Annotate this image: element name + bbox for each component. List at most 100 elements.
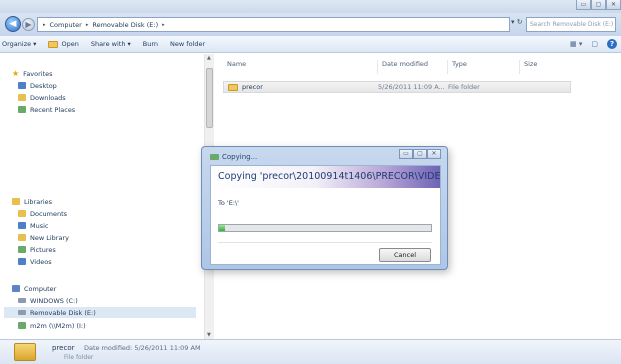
copy-icon <box>210 154 219 160</box>
dialog-body: Copying 'precor\20100914t1406\PRECOR\VID… <box>210 165 441 265</box>
file-type-cell: File folder <box>448 83 480 91</box>
drive-icon <box>18 298 26 303</box>
pictures-icon <box>18 246 26 253</box>
usb-drive-icon <box>18 310 26 315</box>
nav-label: m2m (\\M2m) (I:) <box>30 321 86 330</box>
dialog-close-button[interactable]: ✕ <box>427 149 441 159</box>
details-pane: precor Date modified: 5/26/2011 11:09 AM… <box>0 339 621 364</box>
recent-places-icon <box>18 106 26 113</box>
column-size[interactable]: Size <box>519 60 537 74</box>
folder-icon <box>48 40 59 48</box>
file-row[interactable]: precor 5/26/2011 11:09 A... File folder <box>223 81 571 93</box>
nav-label: Libraries <box>24 197 53 206</box>
open-label: Open <box>61 40 79 48</box>
nav-windows-c[interactable]: WINDOWS (C:) <box>18 295 78 306</box>
scrollbar-thumb[interactable] <box>206 68 213 128</box>
star-icon: ★ <box>12 69 20 78</box>
libraries-icon <box>12 198 20 205</box>
desktop-icon <box>18 82 26 89</box>
nav-label: Computer <box>24 284 57 293</box>
nav-label: Recent Places <box>30 105 76 114</box>
dialog-minimize-button[interactable]: ▭ <box>399 149 413 159</box>
file-name: precor <box>242 83 263 91</box>
address-bar[interactable]: ▸ Computer ▸ Removable Disk (E:) ▸ <box>37 17 510 32</box>
column-type[interactable]: Type <box>447 60 467 74</box>
nav-videos[interactable]: Videos <box>18 256 52 267</box>
breadcrumb-removable-disk[interactable]: Removable Disk (E:) <box>92 21 158 29</box>
burn-button[interactable]: Burn <box>143 40 158 48</box>
navigation-pane: ★ Favorites Desktop Downloads Recent Pla… <box>0 54 204 339</box>
scroll-up-icon[interactable]: ▲ <box>207 55 211 61</box>
forward-button[interactable]: ▶ <box>22 18 35 31</box>
search-input[interactable]: Search Removable Disk (E:) <box>526 17 616 32</box>
command-bar-right: ▦ ▾ ▢ ? <box>570 39 617 49</box>
change-view-button[interactable]: ▦ ▾ <box>570 40 582 48</box>
column-date-modified[interactable]: Date modified <box>377 60 428 74</box>
nav-music[interactable]: Music <box>18 220 49 231</box>
copy-progress-bar <box>218 224 432 232</box>
downloads-icon <box>18 94 26 101</box>
folder-icon <box>228 83 238 91</box>
column-name[interactable]: Name <box>227 60 246 74</box>
dialog-title-text: Copying... <box>222 153 258 161</box>
documents-icon <box>18 210 26 217</box>
refresh-button[interactable]: ▾ ↻ <box>511 18 523 26</box>
file-name-cell: precor <box>228 83 263 91</box>
copy-progress-dialog: Copying... ▭ ▢ ✕ Copying 'precor\2010091… <box>201 146 448 270</box>
crumb-separator: ▸ <box>85 21 89 28</box>
close-button[interactable]: ✕ <box>606 0 621 10</box>
nav-removable-disk-e[interactable]: Removable Disk (E:) <box>4 307 196 318</box>
nav-downloads[interactable]: Downloads <box>18 92 66 103</box>
cancel-button[interactable]: Cancel <box>379 248 431 262</box>
share-with-button[interactable]: Share with ▾ <box>91 40 131 48</box>
file-date-cell: 5/26/2011 11:09 A... <box>378 83 445 91</box>
details-type: File folder <box>64 354 94 361</box>
nav-label: Music <box>30 221 49 230</box>
window-caption-buttons: ▭ ▢ ✕ <box>576 0 621 11</box>
crumb-separator: ▸ <box>43 21 46 28</box>
dialog-title: Copying... <box>210 153 257 161</box>
nav-recent-places[interactable]: Recent Places <box>18 104 75 115</box>
copy-heading: Copying 'precor\20100914t1406\PRECOR\VID… <box>218 171 440 182</box>
nav-pictures[interactable]: Pictures <box>18 244 56 255</box>
preview-pane-button[interactable]: ▢ <box>591 40 598 48</box>
organize-button[interactable]: Organize ▾ <box>2 40 36 48</box>
address-row: ◀ ▶ ▸ Computer ▸ Removable Disk (E:) ▸ ▾… <box>0 13 621 36</box>
back-button[interactable]: ◀ <box>5 16 21 32</box>
scroll-down-icon[interactable]: ▼ <box>207 332 211 338</box>
minimize-button[interactable]: ▭ <box>576 0 591 10</box>
nav-label: New Library <box>30 233 69 242</box>
divider <box>218 242 432 243</box>
nav-libraries[interactable]: Libraries <box>12 196 52 207</box>
command-bar: Organize ▾ Open Share with ▾ Burn New fo… <box>0 36 621 53</box>
nav-label: Pictures <box>30 245 56 254</box>
details-name: precor <box>52 344 75 352</box>
details-date-modified: Date modified: 5/26/2011 11:09 AM <box>84 344 201 352</box>
nav-m2m-i[interactable]: m2m (\\M2m) (I:) <box>18 320 86 331</box>
help-icon[interactable]: ? <box>607 39 617 49</box>
dialog-maximize-button[interactable]: ▢ <box>413 149 427 159</box>
progress-fill <box>219 225 226 231</box>
window-titlebar: ▭ ▢ ✕ <box>0 0 621 13</box>
copy-destination: To 'E:\' <box>218 199 239 207</box>
new-folder-button[interactable]: New folder <box>170 40 205 48</box>
nav-label: Videos <box>30 257 52 266</box>
music-icon <box>18 222 26 229</box>
nav-label: WINDOWS (C:) <box>30 296 78 305</box>
nav-computer[interactable]: Computer <box>12 283 56 294</box>
computer-icon <box>12 285 20 292</box>
breadcrumb-computer[interactable]: Computer <box>50 21 82 29</box>
nav-new-library[interactable]: New Library <box>18 232 69 243</box>
nav-favorites[interactable]: ★ Favorites <box>12 68 53 79</box>
dialog-caption-buttons: ▭ ▢ ✕ <box>399 149 441 159</box>
network-drive-icon <box>18 322 26 329</box>
nav-documents[interactable]: Documents <box>18 208 67 219</box>
videos-icon <box>18 258 26 265</box>
maximize-button[interactable]: ▢ <box>591 0 606 10</box>
nav-label: Removable Disk (E:) <box>30 308 96 317</box>
nav-label: Downloads <box>30 93 66 102</box>
open-button[interactable]: Open <box>48 40 79 48</box>
folder-icon <box>14 343 36 361</box>
crumb-separator: ▸ <box>162 21 165 28</box>
nav-desktop[interactable]: Desktop <box>18 80 57 91</box>
